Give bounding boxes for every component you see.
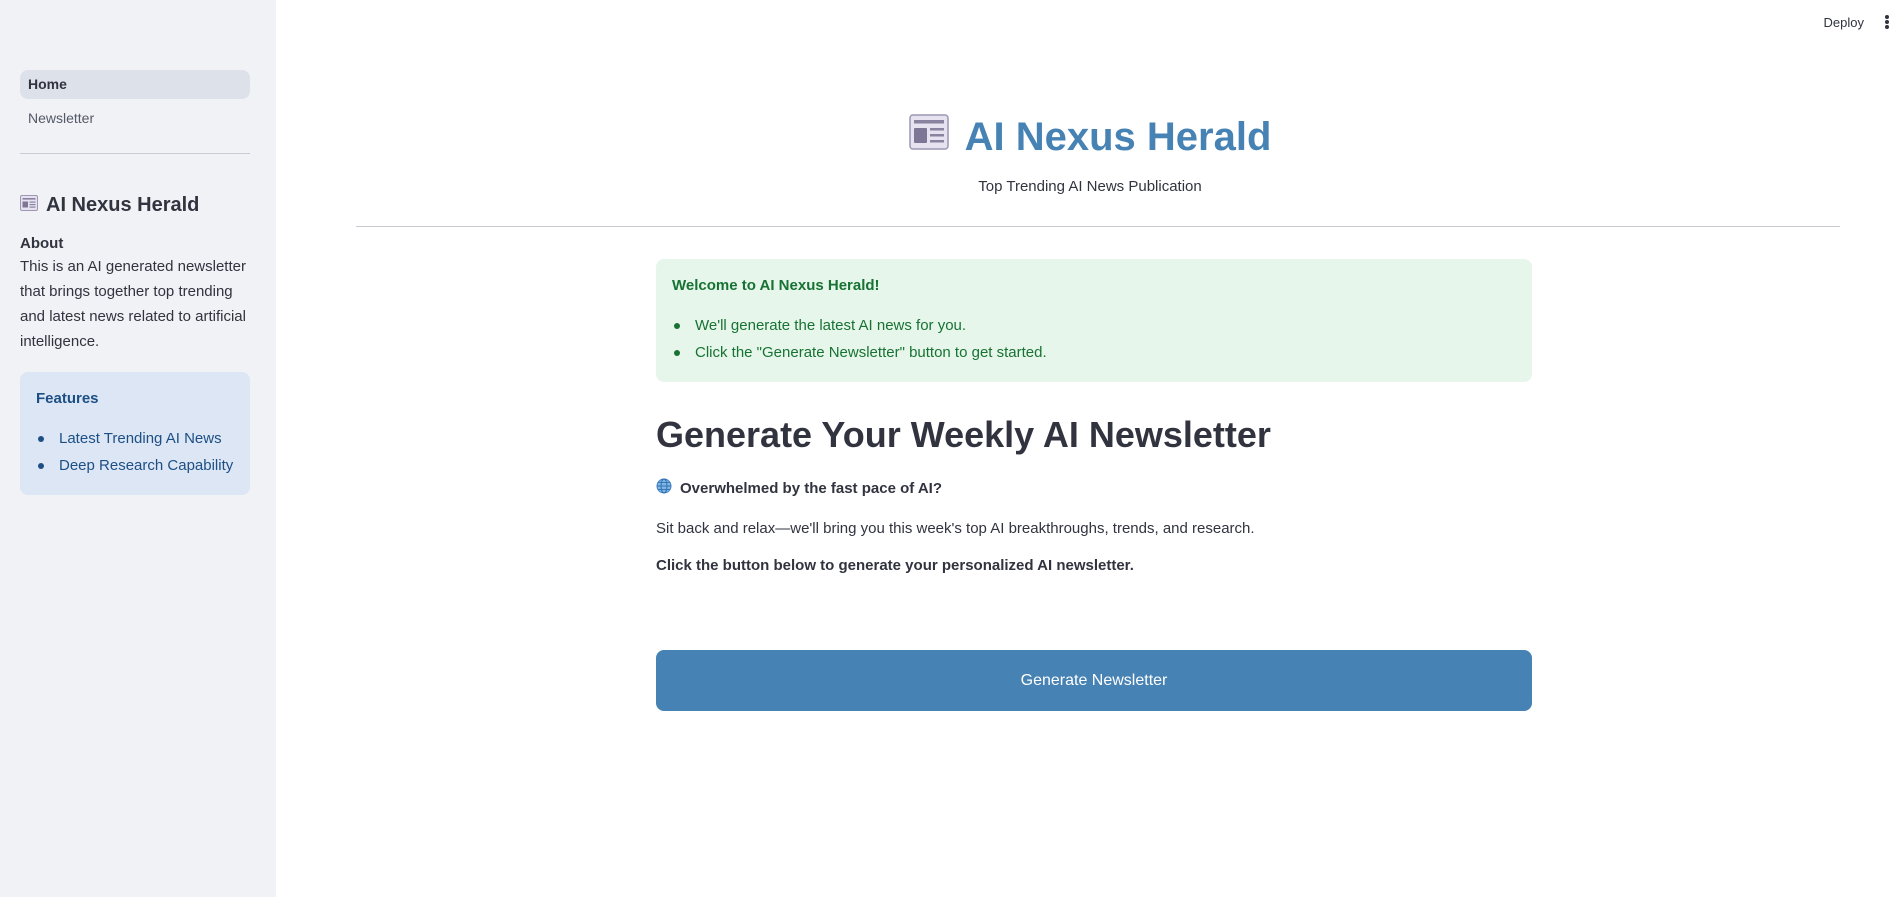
top-toolbar: Deploy bbox=[1824, 0, 1904, 44]
sidebar-item-home[interactable]: Home bbox=[20, 70, 250, 99]
feature-item: Latest Trending AI News bbox=[36, 425, 234, 452]
features-list: Latest Trending AI News Deep Research Ca… bbox=[36, 425, 234, 479]
app-root: Home Newsletter AI Nexus Herald About Th… bbox=[0, 0, 1904, 897]
welcome-alert: Welcome to AI Nexus Herald! We'll genera… bbox=[656, 259, 1532, 382]
instruction-text: Click the button below to generate your … bbox=[656, 557, 1134, 574]
page-title: AI Nexus Herald bbox=[908, 114, 1272, 160]
overwhelm-line: Overwhelmed by the fast pace of AI? bbox=[656, 478, 1532, 498]
welcome-item: Click the "Generate Newsletter" button t… bbox=[672, 339, 1516, 366]
sidebar-divider bbox=[20, 153, 250, 154]
newspaper-icon bbox=[20, 194, 38, 217]
welcome-title: Welcome to AI Nexus Herald! bbox=[672, 277, 880, 294]
features-heading: Features bbox=[36, 390, 99, 407]
main-content: Deploy AI Nexus Herald Top Trending AI N… bbox=[276, 0, 1904, 897]
sidebar: Home Newsletter AI Nexus Herald About Th… bbox=[0, 0, 276, 897]
about-heading: About bbox=[20, 235, 64, 252]
feature-item: Deep Research Capability bbox=[36, 452, 234, 479]
sidebar-item-newsletter[interactable]: Newsletter bbox=[20, 104, 250, 133]
about-text: This is an AI generated newsletter that … bbox=[20, 258, 246, 350]
welcome-list: We'll generate the latest AI news for yo… bbox=[672, 312, 1516, 366]
page-subtitle: Top Trending AI News Publication bbox=[978, 178, 1202, 195]
content-column: Welcome to AI Nexus Herald! We'll genera… bbox=[656, 259, 1532, 711]
sidebar-brand-title: AI Nexus Herald bbox=[46, 194, 200, 216]
generate-newsletter-button[interactable]: Generate Newsletter bbox=[656, 650, 1532, 711]
relax-text: Sit back and relax—we'll bring you this … bbox=[656, 520, 1255, 537]
section-title: Generate Your Weekly AI Newsletter bbox=[656, 414, 1271, 455]
overwhelm-text: Overwhelmed by the fast pace of AI? bbox=[680, 479, 943, 497]
hero: AI Nexus Herald Top Trending AI News Pub… bbox=[276, 114, 1904, 195]
kebab-menu-icon[interactable] bbox=[1882, 12, 1892, 32]
features-box: Features Latest Trending AI News Deep Re… bbox=[20, 372, 250, 495]
main-divider bbox=[356, 226, 1840, 227]
newspaper-icon bbox=[908, 114, 949, 160]
welcome-item: We'll generate the latest AI news for yo… bbox=[672, 312, 1516, 339]
sidebar-nav: Home Newsletter bbox=[20, 70, 250, 133]
globe-icon bbox=[656, 478, 672, 498]
page-title-text: AI Nexus Herald bbox=[964, 114, 1272, 159]
deploy-button[interactable]: Deploy bbox=[1824, 15, 1864, 30]
sidebar-brand: AI Nexus Herald bbox=[20, 194, 250, 217]
